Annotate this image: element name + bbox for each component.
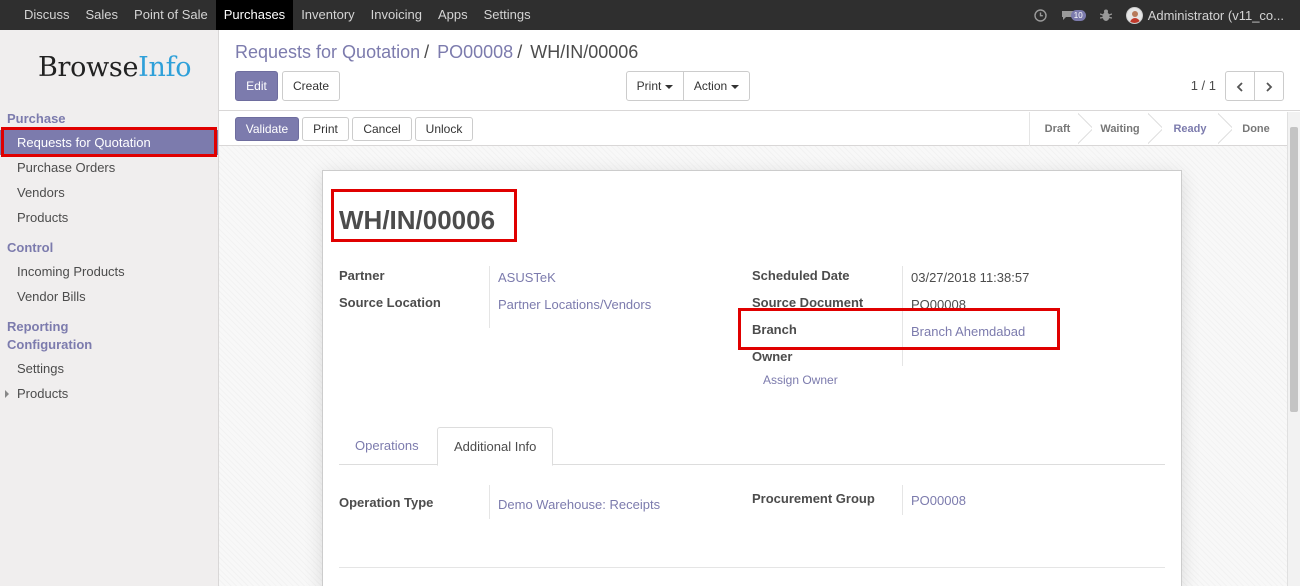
- sidebar-item-incoming-products[interactable]: Incoming Products: [0, 259, 218, 284]
- chevron-right-icon: [1266, 82, 1273, 92]
- messages-badge: 10: [1070, 9, 1086, 21]
- app-menu: Discuss Sales Point of Sale Purchases In…: [0, 0, 539, 30]
- create-button[interactable]: Create: [282, 71, 340, 101]
- sidebar-item-purchase-orders[interactable]: Purchase Orders: [0, 155, 218, 180]
- breadcrumb-separator: /: [517, 42, 523, 62]
- print-button[interactable]: Print: [302, 117, 349, 141]
- field-divider: [902, 485, 903, 515]
- sidebar-section-configuration: Configuration: [7, 337, 93, 352]
- form-view: Validate Print Cancel Unlock Draft Waiti…: [219, 112, 1287, 586]
- clock-icon[interactable]: [1034, 8, 1047, 22]
- source-document-label: Source Document: [752, 295, 864, 310]
- breadcrumb-separator: /: [424, 42, 430, 62]
- action-dropdown[interactable]: Action: [683, 71, 750, 101]
- unlock-button[interactable]: Unlock: [415, 117, 473, 141]
- partner-field[interactable]: ASUSTeK: [498, 270, 556, 285]
- breadcrumb: Requests for Quotation / PO00008 / WH/IN…: [235, 42, 638, 63]
- chevron-left-icon: [1236, 82, 1243, 92]
- menu-purchases[interactable]: Purchases: [215, 0, 294, 30]
- sidebar-item-config-products[interactable]: Products: [0, 381, 218, 406]
- breadcrumb-po[interactable]: PO00008: [437, 42, 513, 63]
- sidebar: BrowseInfo Purchase Requests for Quotati…: [0, 30, 219, 586]
- source-document-field[interactable]: PO00008: [911, 297, 966, 312]
- sidebar-item-requests-for-quotation[interactable]: Requests for Quotation: [0, 130, 218, 155]
- stage-ready[interactable]: Ready: [1155, 112, 1225, 146]
- caret-down-icon: [731, 84, 740, 89]
- avatar: [1125, 6, 1143, 24]
- scheduled-date-field[interactable]: 03/27/2018 11:38:57: [911, 270, 1029, 285]
- vertical-scrollbar[interactable]: [1287, 112, 1300, 586]
- procurement-group-field[interactable]: PO00008: [911, 493, 966, 508]
- menu-inventory[interactable]: Inventory: [293, 0, 362, 30]
- systray: 10 Administrator (v11_co...: [1034, 0, 1300, 30]
- pager-value[interactable]: 1 / 1: [1191, 78, 1216, 93]
- messages-icon[interactable]: 10: [1061, 9, 1086, 21]
- stage-waiting[interactable]: Waiting: [1085, 112, 1155, 146]
- sheet-divider: [339, 567, 1165, 568]
- source-location-label: Source Location: [339, 295, 441, 310]
- menu-point-of-sale[interactable]: Point of Sale: [126, 0, 216, 30]
- procurement-group-label: Procurement Group: [752, 491, 875, 506]
- assign-owner-button[interactable]: Assign Owner: [763, 373, 838, 387]
- caret-down-icon: [665, 84, 674, 89]
- notebook-tabs: Operations Additional Info: [339, 427, 1165, 466]
- user-name: Administrator (v11_co...: [1147, 7, 1284, 23]
- scrollbar-thumb[interactable]: [1290, 127, 1298, 412]
- breadcrumb-rfq[interactable]: Requests for Quotation: [235, 42, 420, 63]
- sidebar-section-reporting[interactable]: Reporting: [7, 319, 68, 334]
- operation-type-field[interactable]: Demo Warehouse: Receipts: [498, 497, 660, 512]
- stage-draft[interactable]: Draft: [1030, 112, 1085, 146]
- record-title: WH/IN/00006: [339, 205, 496, 235]
- branch-field[interactable]: Branch Ahemdabad: [911, 324, 1025, 339]
- menu-discuss[interactable]: Discuss: [0, 0, 78, 30]
- company-logo: BrowseInfo: [38, 52, 192, 83]
- sidebar-section-purchase: Purchase: [7, 111, 66, 126]
- menu-invoicing[interactable]: Invoicing: [363, 0, 430, 30]
- field-divider: [902, 266, 903, 366]
- edit-button[interactable]: Edit: [235, 71, 278, 101]
- source-location-field[interactable]: Partner Locations/Vendors: [498, 297, 651, 312]
- sidebar-item-settings[interactable]: Settings: [0, 356, 218, 381]
- operation-type-label: Operation Type: [339, 495, 434, 510]
- scheduled-date-label: Scheduled Date: [752, 268, 850, 283]
- form-sheet: WH/IN/00006 Partner Source Location ASUS…: [322, 170, 1182, 586]
- tab-operations[interactable]: Operations: [339, 427, 435, 466]
- branch-label: Branch: [752, 322, 797, 337]
- tab-additional-info[interactable]: Additional Info: [437, 427, 554, 466]
- field-divider: [489, 266, 490, 328]
- control-panel: Requests for Quotation / PO00008 / WH/IN…: [219, 30, 1300, 111]
- pager-previous-button[interactable]: [1225, 71, 1255, 101]
- menu-sales[interactable]: Sales: [78, 0, 127, 30]
- sidebar-item-vendors[interactable]: Vendors: [0, 180, 218, 205]
- sidebar-item-products[interactable]: Products: [0, 205, 218, 230]
- print-dropdown[interactable]: Print: [626, 71, 684, 101]
- status-stages: Draft Waiting Ready Done: [1029, 112, 1287, 146]
- validate-button[interactable]: Validate: [235, 117, 299, 141]
- stage-done[interactable]: Done: [1225, 112, 1287, 146]
- pager-next-button[interactable]: [1254, 71, 1284, 101]
- owner-label: Owner: [752, 349, 793, 364]
- field-divider: [489, 485, 490, 519]
- top-navbar: Discuss Sales Point of Sale Purchases In…: [0, 0, 1300, 30]
- sidebar-section-control: Control: [7, 240, 54, 255]
- user-menu[interactable]: Administrator (v11_co...: [1125, 6, 1284, 24]
- caret-right-icon: [5, 390, 9, 398]
- debug-bug-icon[interactable]: [1099, 9, 1112, 22]
- sidebar-item-vendor-bills[interactable]: Vendor Bills: [0, 284, 218, 309]
- breadcrumb-current: WH/IN/00006: [530, 42, 639, 62]
- menu-apps[interactable]: Apps: [430, 0, 476, 30]
- menu-settings[interactable]: Settings: [476, 0, 539, 30]
- partner-label: Partner: [339, 268, 385, 283]
- cancel-button[interactable]: Cancel: [352, 117, 412, 141]
- form-statusbar: Validate Print Cancel Unlock Draft Waiti…: [219, 112, 1287, 146]
